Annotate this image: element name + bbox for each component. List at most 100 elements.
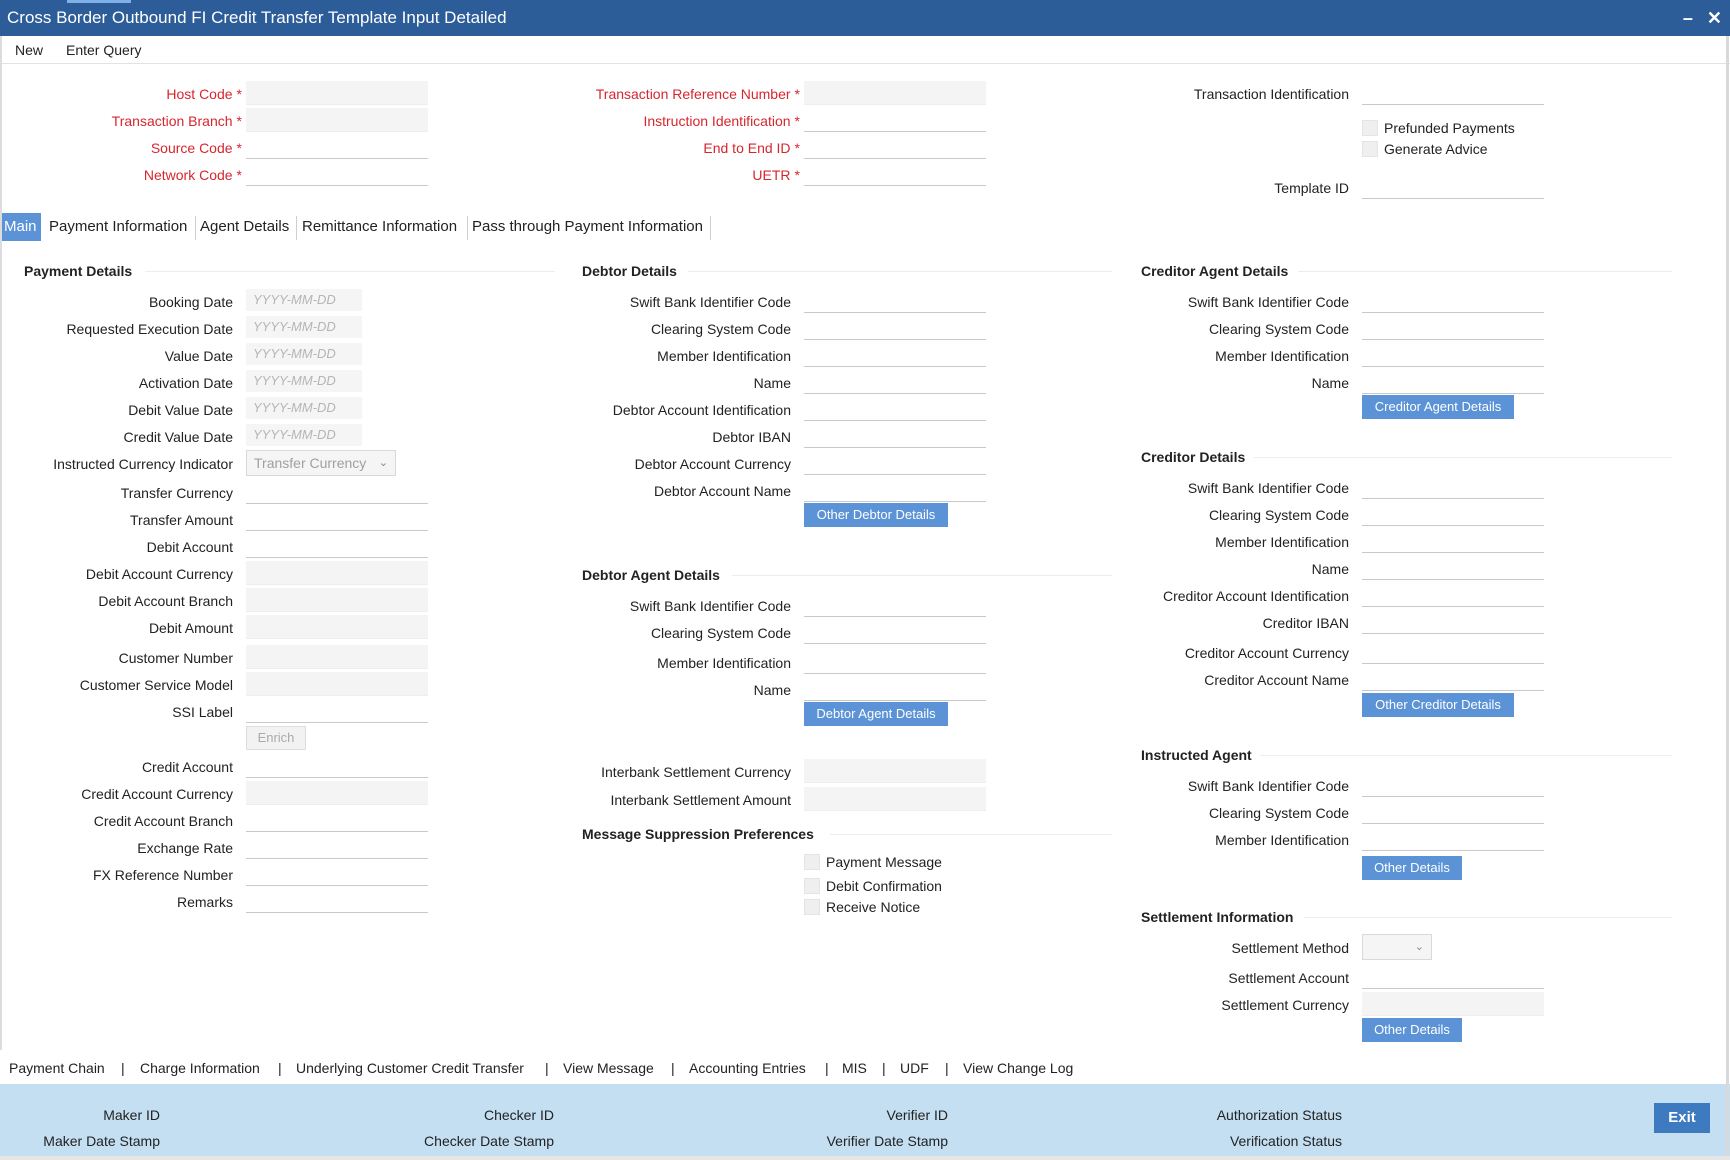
- footer-link-view-message[interactable]: View Message: [563, 1060, 654, 1076]
- customer-service-model-input[interactable]: [246, 672, 428, 696]
- footer-separator: |: [945, 1060, 949, 1076]
- tab-pass-through-payment-information[interactable]: Pass through Payment Information: [468, 213, 707, 241]
- settlement-other-details-button[interactable]: Other Details: [1362, 1018, 1462, 1042]
- instructed-agent-clearing-system-code-input[interactable]: [1362, 800, 1544, 824]
- settlement-method-select[interactable]: ⌄: [1362, 934, 1432, 960]
- creditor-swift-bic-input[interactable]: [1362, 475, 1544, 499]
- instructed-agent-member-identification-label: Member Identification: [1215, 832, 1349, 848]
- creditor-agent-details-button[interactable]: Creditor Agent Details: [1362, 395, 1514, 419]
- debit-confirmation-checkbox[interactable]: [804, 878, 820, 894]
- creditor-agent-member-identification-input[interactable]: [1362, 343, 1544, 367]
- payment-message-checkbox[interactable]: [804, 854, 820, 870]
- debtor-iban-input[interactable]: [804, 424, 986, 448]
- debtor-name-input[interactable]: [804, 370, 986, 394]
- transfer-currency-input[interactable]: [246, 480, 428, 504]
- debtor-swift-bic-input[interactable]: [804, 289, 986, 313]
- requested-execution-date-input[interactable]: YYYY-MM-DD: [246, 316, 362, 338]
- debtor-account-identification-input[interactable]: [804, 397, 986, 421]
- creditor-account-currency-input[interactable]: [1362, 640, 1544, 664]
- uetr-input[interactable]: [804, 162, 986, 186]
- footer-link-udf[interactable]: UDF: [900, 1060, 929, 1076]
- credit-account-currency-input[interactable]: [246, 781, 428, 805]
- instructed-currency-indicator-select[interactable]: Transfer Currency ⌄: [246, 450, 396, 476]
- exchange-rate-input[interactable]: [246, 835, 428, 859]
- debit-amount-input[interactable]: [246, 615, 428, 639]
- footer-link-accounting-entries[interactable]: Accounting Entries: [689, 1060, 806, 1076]
- other-debtor-details-button[interactable]: Other Debtor Details: [804, 503, 948, 527]
- footer-link-mis[interactable]: MIS: [842, 1060, 867, 1076]
- credit-account-input[interactable]: [246, 754, 428, 778]
- creditor-iban-input[interactable]: [1362, 610, 1544, 634]
- settlement-information-title: Settlement Information: [1141, 909, 1294, 925]
- close-icon[interactable]: ✕: [1707, 0, 1722, 36]
- debtor-member-identification-input[interactable]: [804, 343, 986, 367]
- creditor-account-name-input[interactable]: [1362, 667, 1544, 691]
- debit-value-date-input[interactable]: YYYY-MM-DD: [246, 397, 362, 419]
- exit-button[interactable]: Exit: [1654, 1103, 1710, 1133]
- source-code-input[interactable]: [246, 135, 428, 159]
- debtor-account-name-input[interactable]: [804, 478, 986, 502]
- transaction-branch-input[interactable]: [246, 108, 428, 132]
- instruction-identification-input[interactable]: [804, 108, 986, 132]
- creditor-agent-swift-bic-input[interactable]: [1362, 289, 1544, 313]
- debtor-agent-swift-bic-input[interactable]: [804, 593, 986, 617]
- debit-account-branch-input[interactable]: [246, 588, 428, 612]
- credit-value-date-input[interactable]: YYYY-MM-DD: [246, 424, 362, 446]
- debit-account-currency-input[interactable]: [246, 561, 428, 585]
- settlement-account-input[interactable]: [1362, 965, 1544, 989]
- minimize-icon[interactable]: –: [1683, 0, 1693, 36]
- debtor-account-currency-input[interactable]: [804, 451, 986, 475]
- creditor-agent-clearing-system-code-input[interactable]: [1362, 316, 1544, 340]
- tab-main[interactable]: Main: [0, 213, 41, 241]
- debtor-agent-member-identification-input[interactable]: [804, 650, 986, 674]
- enrich-button[interactable]: Enrich: [246, 726, 306, 750]
- template-id-input[interactable]: [1362, 175, 1544, 199]
- credit-account-branch-input[interactable]: [246, 808, 428, 832]
- instructed-agent-other-details-button[interactable]: Other Details: [1362, 856, 1462, 880]
- network-code-input[interactable]: [246, 162, 428, 186]
- menu-enter-query[interactable]: Enter Query: [66, 42, 141, 58]
- interbank-settlement-amount-input[interactable]: [804, 787, 986, 811]
- instructed-agent-member-identification-input[interactable]: [1362, 827, 1544, 851]
- transaction-identification-input[interactable]: [1362, 81, 1544, 105]
- debtor-agent-clearing-system-code-input[interactable]: [804, 620, 986, 644]
- footer-link-charge-information[interactable]: Charge Information: [140, 1060, 260, 1076]
- instructed-agent-swift-bic-input[interactable]: [1362, 773, 1544, 797]
- end-to-end-id-input[interactable]: [804, 135, 986, 159]
- footer-link-view-change-log[interactable]: View Change Log: [963, 1060, 1073, 1076]
- footer-link-payment-chain[interactable]: Payment Chain: [9, 1060, 105, 1076]
- creditor-agent-name-input[interactable]: [1362, 370, 1544, 394]
- host-code-input[interactable]: [246, 81, 428, 105]
- footer-link-underlying-customer-credit-transfer[interactable]: Underlying Customer Credit Transfer: [296, 1060, 524, 1076]
- transaction-reference-number-input[interactable]: [804, 81, 986, 105]
- other-creditor-details-button[interactable]: Other Creditor Details: [1362, 693, 1514, 717]
- customer-number-input[interactable]: [246, 645, 428, 669]
- debtor-swift-bic-label: Swift Bank Identifier Code: [629, 294, 791, 310]
- instructed-agent-swift-bic-label: Swift Bank Identifier Code: [1187, 778, 1349, 794]
- tab-remittance-information[interactable]: Remittance Information: [298, 213, 461, 241]
- activation-date-input[interactable]: YYYY-MM-DD: [246, 370, 362, 392]
- creditor-member-identification-input[interactable]: [1362, 529, 1544, 553]
- value-date-input[interactable]: YYYY-MM-DD: [246, 343, 362, 365]
- creditor-account-identification-input[interactable]: [1362, 583, 1544, 607]
- creditor-clearing-system-code-input[interactable]: [1362, 502, 1544, 526]
- debtor-agent-details-button[interactable]: Debtor Agent Details: [804, 702, 948, 726]
- transfer-amount-input[interactable]: [246, 507, 428, 531]
- tab-agent-details[interactable]: Agent Details: [196, 213, 293, 241]
- receive-notice-checkbox[interactable]: [804, 899, 820, 915]
- menu-new[interactable]: New: [15, 42, 43, 58]
- fx-reference-number-input[interactable]: [246, 862, 428, 886]
- generate-advice-checkbox[interactable]: [1362, 141, 1378, 157]
- ssi-label-input[interactable]: [246, 699, 428, 723]
- debtor-agent-name-input[interactable]: [804, 677, 986, 701]
- debit-amount-label: Debit Amount: [148, 620, 233, 636]
- remarks-input[interactable]: [246, 889, 428, 913]
- creditor-name-input[interactable]: [1362, 556, 1544, 580]
- booking-date-input[interactable]: YYYY-MM-DD: [246, 289, 362, 311]
- debit-account-input[interactable]: [246, 534, 428, 558]
- prefunded-payments-checkbox[interactable]: [1362, 120, 1378, 136]
- settlement-currency-input[interactable]: [1362, 992, 1544, 1016]
- debtor-clearing-system-code-input[interactable]: [804, 316, 986, 340]
- tab-payment-information[interactable]: Payment Information: [45, 213, 191, 241]
- interbank-settlement-currency-input[interactable]: [804, 759, 986, 783]
